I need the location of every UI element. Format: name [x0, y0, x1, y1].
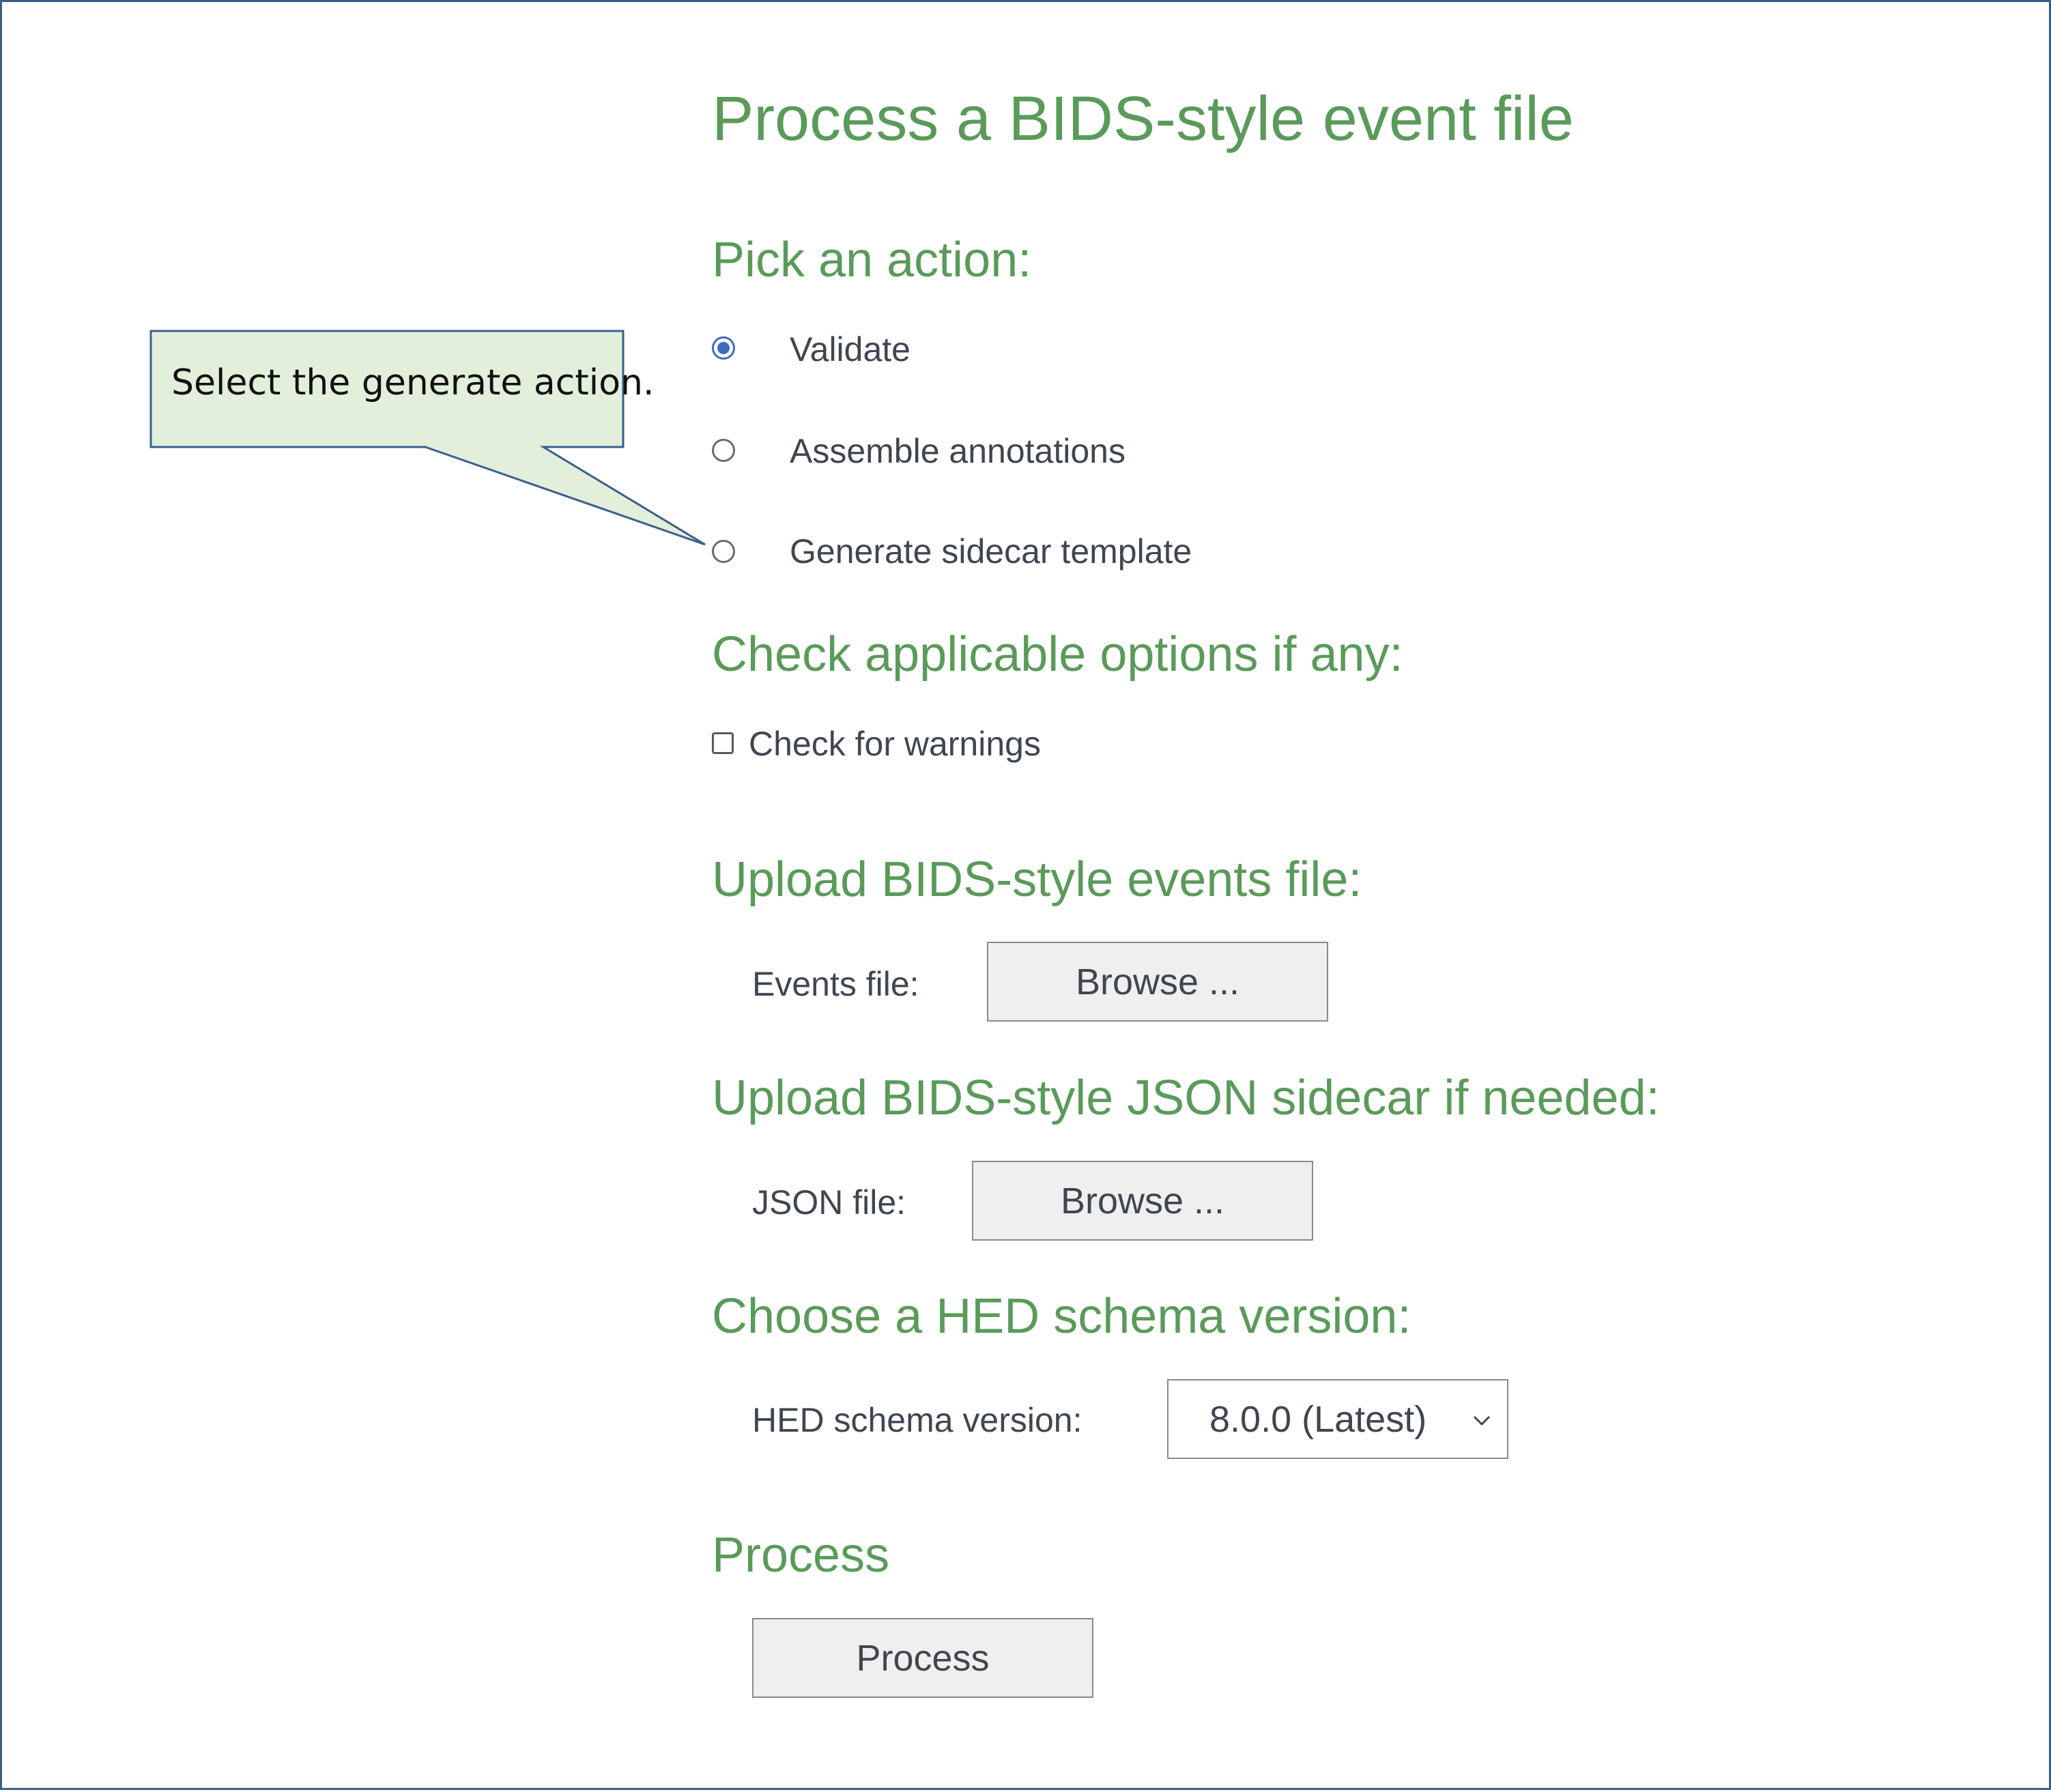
json-browse-button[interactable]: Browse ... — [972, 1161, 1313, 1241]
process-button[interactable]: Process — [752, 1618, 1093, 1698]
events-browse-button[interactable]: Browse ... — [987, 942, 1328, 1022]
radio-validate-label[interactable]: Validate — [790, 332, 910, 366]
events-file-label: Events file: — [752, 965, 919, 1003]
events-upload-heading: Upload BIDS-style events file: — [712, 852, 1362, 907]
json-upload-heading: Upload BIDS-style JSON sidecar if needed… — [712, 1071, 1660, 1125]
callout-text: Select the generate action. — [171, 362, 655, 403]
schema-version-select[interactable]: 8.0.0 (Latest) — [1167, 1379, 1508, 1459]
process-heading: Process — [712, 1528, 890, 1583]
radio-validate[interactable] — [712, 336, 735, 360]
options-heading: Check applicable options if any: — [712, 627, 1403, 682]
chevron-down-icon — [1473, 1415, 1491, 1426]
page-frame: Process a BIDS-style event file Pick an … — [0, 0, 2051, 1790]
check-warnings-label[interactable]: Check for warnings — [749, 727, 1041, 761]
check-warnings-checkbox[interactable] — [712, 732, 734, 754]
action-heading: Pick an action: — [712, 233, 1032, 287]
schema-heading: Choose a HED schema version: — [712, 1289, 1411, 1344]
radio-generate-sidecar-template-label[interactable]: Generate sidecar template — [790, 534, 1192, 568]
page-title: Process a BIDS-style event file — [712, 84, 1574, 154]
json-file-label: JSON file: — [752, 1183, 906, 1222]
schema-version-selected: 8.0.0 (Latest) — [1209, 1398, 1427, 1440]
radio-generate-sidecar-template[interactable] — [712, 540, 735, 563]
schema-version-label: HED schema version: — [752, 1401, 1082, 1439]
radio-assemble-annotations-label[interactable]: Assemble annotations — [790, 434, 1125, 468]
radio-assemble-annotations[interactable] — [712, 439, 735, 462]
